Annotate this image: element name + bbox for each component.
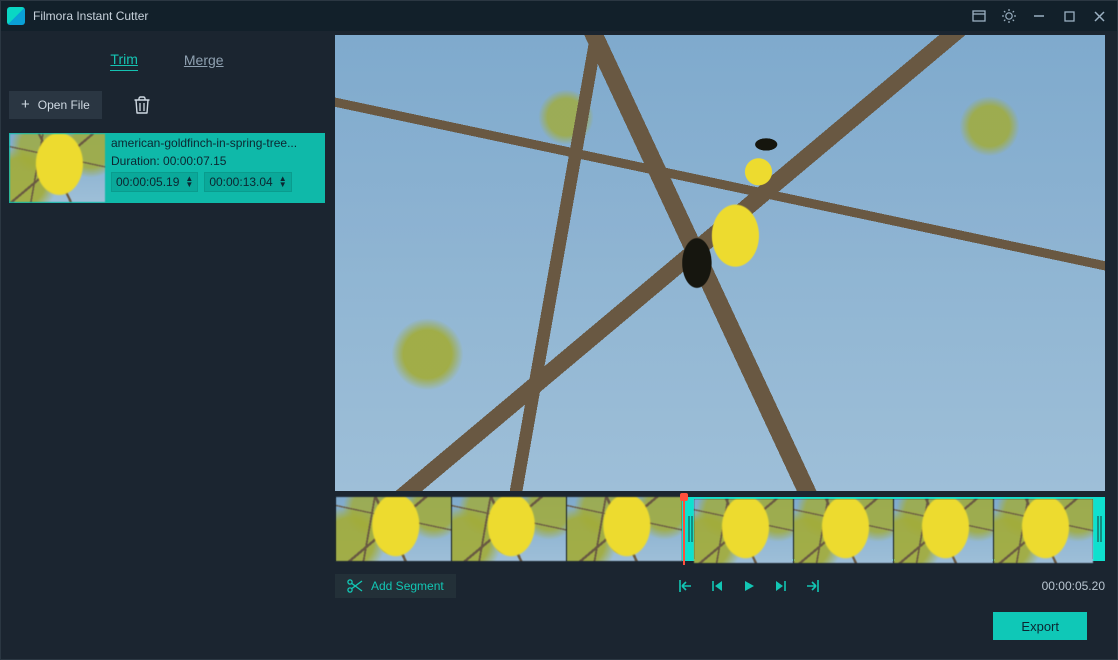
footer: Export (335, 603, 1105, 649)
window-menu-icon[interactable] (967, 6, 991, 26)
timeline-selection[interactable] (682, 497, 1106, 561)
window-title: Filmora Instant Cutter (33, 9, 148, 23)
set-in-button[interactable] (669, 574, 701, 598)
timeline-thumb (451, 497, 567, 561)
clip-item[interactable]: american-goldfinch-in-spring-tree... Dur… (9, 133, 325, 203)
clip-out-time-field[interactable]: 00:00:13.04 ▲▼ (204, 172, 291, 192)
tab-trim[interactable]: Trim (110, 51, 137, 71)
app-logo-icon (7, 7, 25, 25)
theme-toggle-icon[interactable] (997, 6, 1021, 26)
next-frame-icon (774, 579, 788, 593)
selection-handle-left[interactable] (684, 499, 694, 559)
tab-merge[interactable]: Merge (184, 52, 224, 71)
scissors-icon (347, 579, 363, 593)
set-out-icon (805, 579, 821, 593)
set-in-icon (677, 579, 693, 593)
play-icon (742, 579, 756, 593)
clip-info: american-goldfinch-in-spring-tree... Dur… (105, 134, 324, 202)
maximize-button[interactable] (1057, 6, 1081, 26)
delete-button[interactable] (122, 91, 162, 119)
main-panel: Add Segment 00:00: (331, 31, 1117, 659)
timeline-thumb (993, 499, 1093, 563)
timeline-thumb (694, 499, 793, 563)
play-button[interactable] (733, 574, 765, 598)
timeline-thumb (566, 497, 682, 561)
clip-duration: Duration: 00:00:07.15 (111, 154, 318, 168)
preview-frame (335, 35, 1105, 491)
add-segment-label: Add Segment (371, 579, 444, 593)
clip-in-time-value: 00:00:05.19 (116, 175, 179, 189)
export-button[interactable]: Export (993, 612, 1087, 640)
timeline-thumb (793, 499, 893, 563)
titlebar: Filmora Instant Cutter (1, 1, 1117, 31)
timeline-thumb (893, 499, 993, 563)
mode-tabs: Trim Merge (9, 39, 325, 83)
timeline[interactable] (335, 497, 1105, 563)
close-button[interactable] (1087, 6, 1111, 26)
sidebar-toolbar: + Open File (9, 91, 325, 119)
set-out-button[interactable] (797, 574, 829, 598)
clip-out-time-value: 00:00:13.04 (209, 175, 272, 189)
playhead[interactable] (680, 493, 688, 501)
sidebar: Trim Merge + Open File (1, 31, 331, 659)
clip-thumbnail (10, 134, 105, 202)
app-window: Filmora Instant Cutter Trim Merge (0, 0, 1118, 660)
current-time: 00:00:05.20 (1042, 579, 1105, 593)
clip-filename: american-goldfinch-in-spring-tree... (111, 136, 318, 150)
content-area: Trim Merge + Open File (1, 31, 1117, 659)
next-frame-button[interactable] (765, 574, 797, 598)
previous-frame-icon (710, 579, 724, 593)
video-preview[interactable] (335, 35, 1105, 491)
selection-handle-right[interactable] (1093, 499, 1103, 559)
open-file-button[interactable]: + Open File (9, 91, 102, 119)
add-segment-button[interactable]: Add Segment (335, 574, 456, 598)
open-file-label: Open File (38, 98, 90, 112)
stepper-icon[interactable]: ▲▼ (279, 176, 287, 188)
stepper-icon[interactable]: ▲▼ (185, 176, 193, 188)
previous-frame-button[interactable] (701, 574, 733, 598)
trash-icon (133, 95, 151, 115)
minimize-button[interactable] (1027, 6, 1051, 26)
timeline-thumb (335, 497, 451, 561)
playback-controls: Add Segment 00:00: (335, 569, 1105, 603)
clip-in-time-field[interactable]: 00:00:05.19 ▲▼ (111, 172, 198, 192)
plus-icon: + (21, 98, 30, 112)
